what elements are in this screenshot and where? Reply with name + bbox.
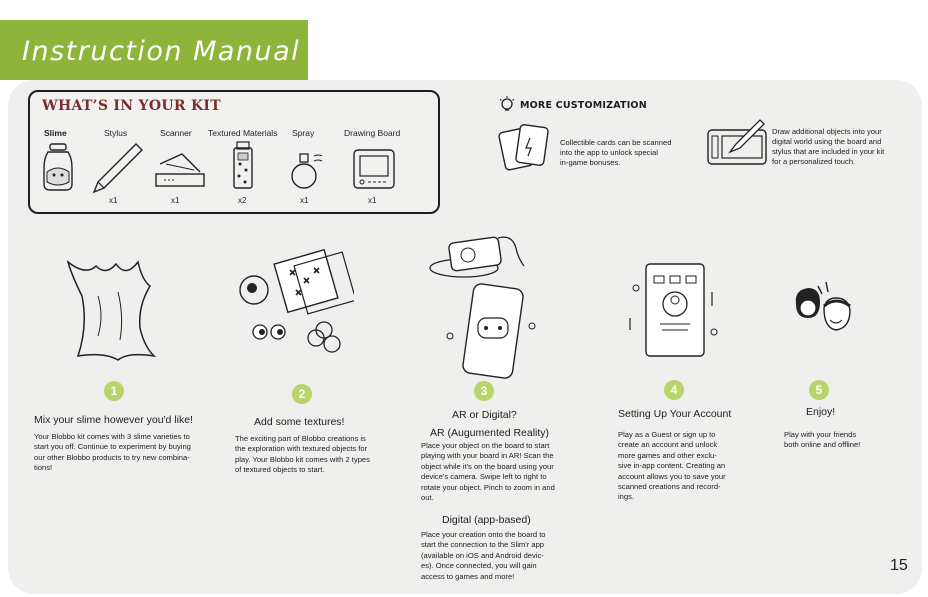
page-number: 15	[890, 557, 908, 574]
cards-description: Collectible cards can be scanned into th…	[560, 138, 672, 167]
kit-box: WHAT’S IN YOUR KIT Slime Stylus Scanner …	[28, 90, 440, 214]
step-3-circle: 3	[474, 381, 494, 401]
kit-label: Scanner	[160, 128, 192, 138]
kit-item-textured: Textured Materials	[208, 128, 277, 138]
stylus-icon	[92, 143, 143, 194]
step-2-title: Add some textures!	[254, 416, 345, 428]
kit-label: Drawing Board	[344, 128, 401, 138]
spray-icon	[291, 153, 323, 189]
step-3-digital-title: Digital (app-based)	[442, 514, 531, 526]
friends-faces-icon	[795, 281, 851, 331]
slime-blob-illustration	[66, 259, 157, 361]
step-3-title: AR or Digital?	[452, 409, 517, 421]
step-5-text: Play with your friends both online and o…	[784, 430, 861, 450]
step-3-digital-text: Place your creation onto the board to st…	[421, 530, 546, 581]
step-2-circle: 2	[292, 384, 312, 404]
step-2-text: The exciting part of Blobbo creations is…	[235, 434, 370, 475]
step-3-ar-title: AR (Augumented Reality)	[430, 427, 550, 439]
kit-qty-drawing-board: x1	[368, 196, 377, 205]
kit-item-spray: Spray	[292, 128, 314, 138]
step-1-text: Your Blobbo kit comes with 3 slime varie…	[34, 432, 191, 473]
drawing-tablet-icon	[707, 119, 767, 165]
slime-jar-icon	[43, 143, 73, 191]
kit-title: WHAT’S IN YOUR KIT	[42, 98, 221, 114]
kit-item-stylus: Stylus	[104, 128, 127, 138]
kit-qty-scanner: x1	[171, 196, 180, 205]
board-description: Draw additional objects into your digita…	[772, 127, 885, 166]
collectible-cards-icon	[498, 124, 549, 171]
kit-label: Textured Materials	[208, 128, 278, 138]
step-4-text: Play as a Guest or sign up to create an …	[618, 430, 726, 502]
kit-label: Spray	[292, 128, 315, 138]
lightbulb-icon	[499, 96, 515, 111]
step-1-title: Mix your slime however you'd like!	[34, 414, 193, 426]
drawing-board-icon	[353, 149, 395, 189]
page-title: Instruction Manual	[22, 36, 301, 67]
step-1-circle: 1	[104, 381, 124, 401]
kit-label: Slime	[44, 128, 67, 138]
step-5-title: Enjoy!	[806, 406, 836, 418]
kit-qty-textured: x2	[238, 196, 247, 205]
kit-item-scanner: Scanner	[160, 128, 192, 138]
account-phone-illustration	[629, 263, 718, 357]
more-customization-title: MORE CUSTOMIZATION	[520, 100, 647, 111]
kit-label: Stylus	[104, 128, 128, 138]
kit-item-drawing-board: Drawing Board	[344, 128, 400, 138]
textured-objects-illustration	[239, 248, 354, 353]
step-4-circle: 4	[664, 380, 684, 400]
textured-materials-icon	[233, 141, 253, 189]
step-5-circle: 5	[809, 380, 829, 400]
scanner-icon	[155, 153, 205, 187]
kit-qty-stylus: x1	[109, 196, 118, 205]
ar-phone-illustration	[429, 236, 536, 379]
kit-qty-spray: x1	[300, 196, 309, 205]
step-4-title: Setting Up Your Account	[618, 408, 732, 420]
step-3-ar-text: Place your object on the board to start …	[421, 441, 555, 503]
kit-item-slime: Slime	[44, 128, 67, 138]
